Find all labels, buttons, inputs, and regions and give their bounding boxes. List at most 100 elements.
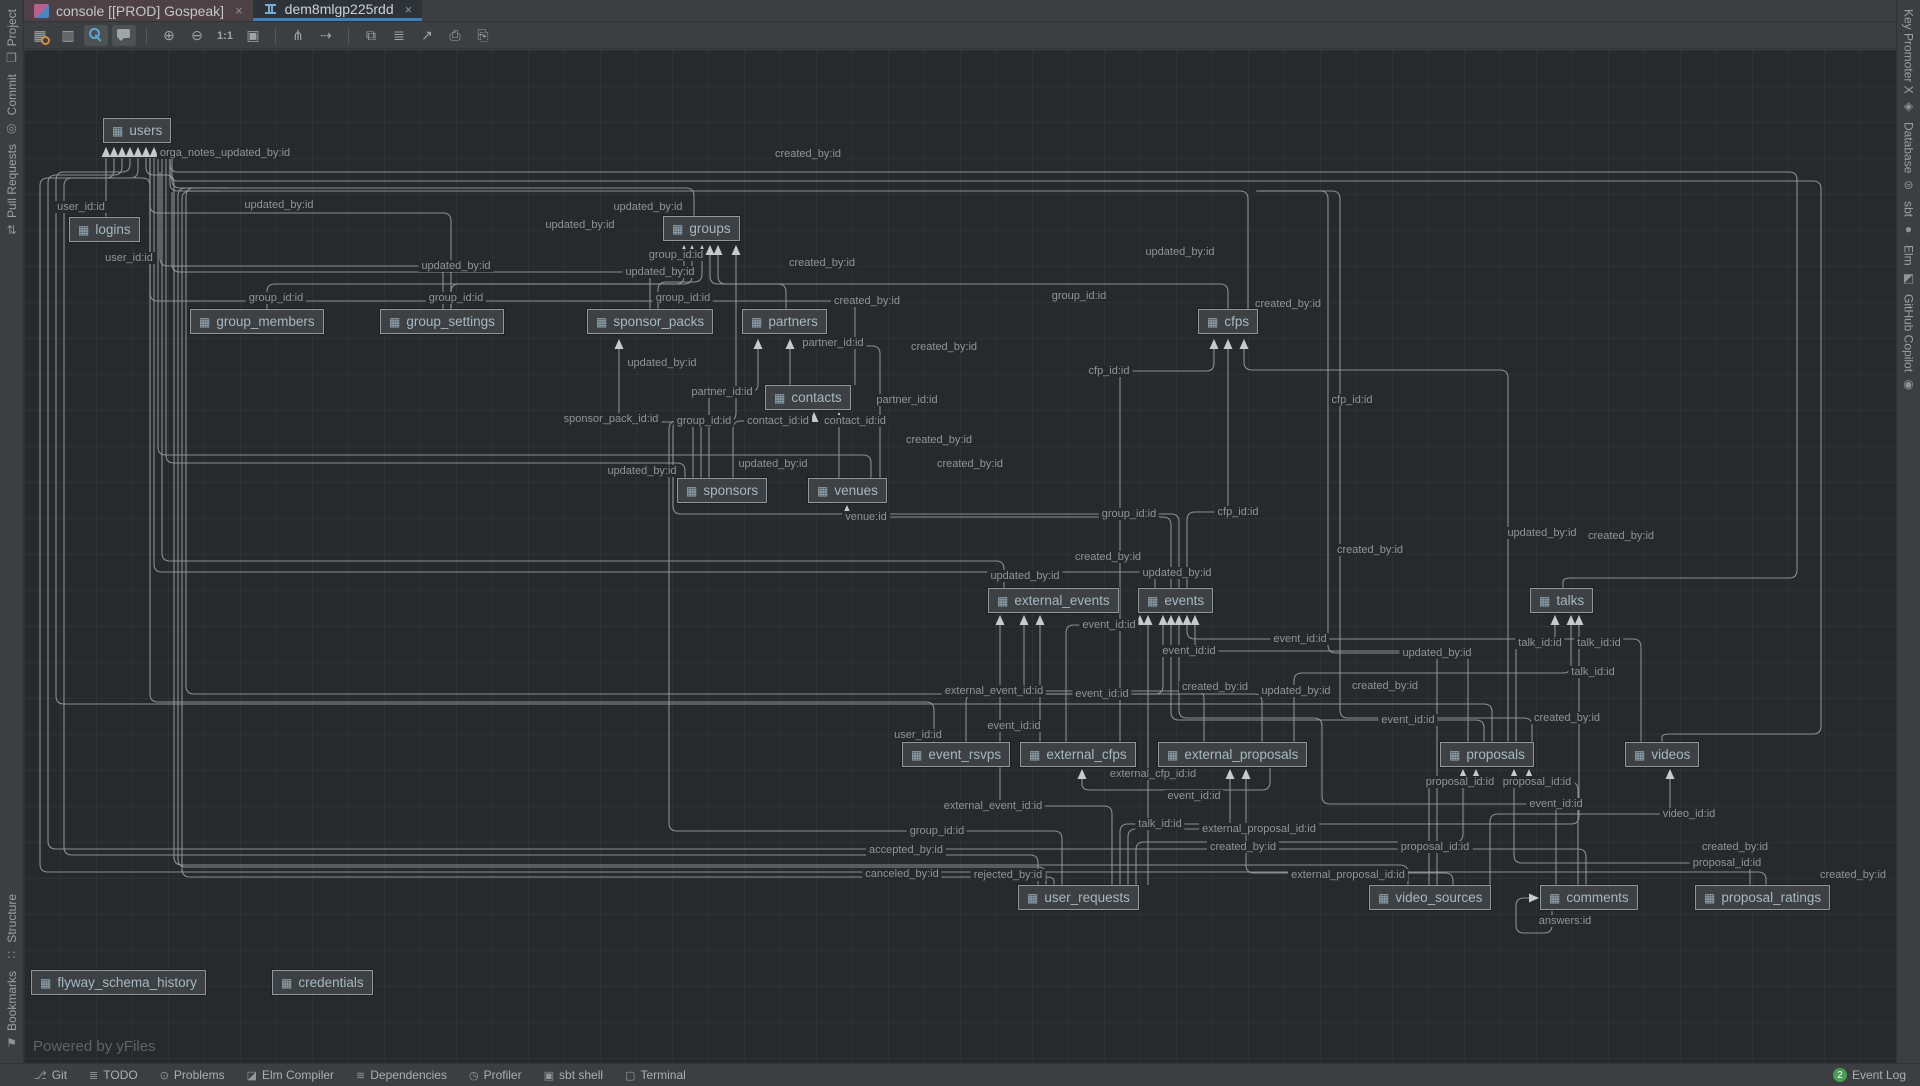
edge-label: created_by:id [1252,298,1324,310]
edge-label: event_id:id [984,720,1043,732]
statusbar-elm-compiler[interactable]: ◪Elm Compiler [247,1068,334,1082]
table-node-contacts[interactable]: ▦contacts [765,385,851,410]
tool-window-label: sbt [1902,201,1916,217]
table-node-video_sources[interactable]: ▦video_sources [1369,885,1491,910]
table-icon: ▦ [1207,316,1218,328]
table-name: venues [834,483,878,498]
save-diagram-icon[interactable]: ⎘ [471,25,495,46]
table-node-credentials[interactable]: ▦credentials [272,970,373,995]
close-icon[interactable]: × [235,3,243,18]
table-node-videos[interactable]: ▦videos [1625,742,1699,767]
table-node-external_events[interactable]: ▦external_events [988,588,1119,613]
table-node-proposal_ratings[interactable]: ▦proposal_ratings [1695,885,1830,910]
table-icon: ▦ [596,316,607,328]
open-in-new-icon[interactable]: ↗ [415,25,439,46]
table-node-external_cfps[interactable]: ▦external_cfps [1020,742,1136,767]
table-name: proposals [1466,747,1525,762]
statusbar-terminal[interactable]: ▢Terminal [625,1068,686,1082]
toolwindow-elm[interactable]: Elm◩ [1902,245,1916,285]
table-node-flyway_schema_history[interactable]: ▦flyway_schema_history [31,970,206,995]
table-icon: ▦ [1147,595,1158,607]
statusbar-git[interactable]: ⎇Git [34,1068,67,1082]
table-icon: ▦ [1029,749,1040,761]
tab-diagram-dem8mlgp225rdd[interactable]: dem8mlgp225rdd × [253,0,423,21]
statusbar-dependencies[interactable]: ≋Dependencies [356,1068,447,1082]
table-node-users[interactable]: ▦users [103,118,171,143]
tool-window-label: Project [5,9,19,46]
table-icon: ▦ [1634,749,1645,761]
toolwindow-pull-requests[interactable]: Pull Requests⇅ [5,144,19,237]
table-node-proposals[interactable]: ▦proposals [1440,742,1534,767]
edge-label: group_id:id [246,292,306,304]
zoom-out-icon[interactable]: ⊖ [185,25,209,46]
tool-window-label: Database [1902,122,1916,173]
show-key-columns-icon[interactable]: ▦ [28,25,52,46]
profiler-icon: ◷ [469,1069,479,1082]
table-node-groups[interactable]: ▦groups [663,216,740,241]
sbt-shell-icon: ▣ [544,1069,554,1082]
table-node-events[interactable]: ▦ events [1138,588,1213,613]
dependencies-icon: ≋ [356,1069,365,1082]
tool-window-label: Key Promoter X [1902,9,1916,94]
table-node-cfps[interactable]: ▦cfps [1198,309,1258,334]
table-node-comments[interactable]: ▦comments [1540,885,1638,910]
statusbar-todo[interactable]: ≣TODO [89,1068,138,1082]
table-name: events [1164,593,1204,608]
sort-alpha-icon[interactable]: ≣ [387,25,411,46]
primary-keys-icon[interactable] [84,25,108,46]
table-node-group_settings[interactable]: ▦group_settings [380,309,504,334]
table-node-venues[interactable]: ▦venues [808,478,887,503]
edge-label: external_event_id:id [941,800,1045,812]
table-node-event_rsvps[interactable]: ▦event_rsvps [902,742,1010,767]
zoom-in-icon[interactable]: ⊕ [157,25,181,46]
structure-icon: ∷ [8,948,16,962]
show-comments-icon[interactable] [112,25,136,46]
toolwindow-database[interactable]: Database⊜ [1902,122,1916,192]
show-table-columns-icon[interactable]: ▥ [56,25,80,46]
table-node-user_requests[interactable]: ▦user_requests [1018,885,1139,910]
tab-console-prod-gospeak[interactable]: console [[PROD] Gospeak] × [24,0,253,21]
statusbar-profiler[interactable]: ◷Profiler [469,1068,522,1082]
toolwindow-github-copilot[interactable]: GitHub Copilot◉ [1902,294,1916,391]
copy-diagram-icon[interactable]: ⧉ [359,25,383,46]
edge-label: created_by:id [1585,530,1657,542]
tool-window-label: Structure [5,894,19,943]
table-node-partners[interactable]: ▦partners [742,309,827,334]
close-icon[interactable]: × [405,2,413,17]
table-node-logins[interactable]: ▦logins [69,217,140,242]
table-node-external_proposals[interactable]: ▦external_proposals [1158,742,1307,767]
table-node-group_members[interactable]: ▦group_members [190,309,324,334]
toolwindow-key-promoter-x[interactable]: Key Promoter X◈ [1902,9,1916,113]
event-log-button[interactable]: 2 Event Log [1833,1068,1906,1082]
table-name: video_sources [1395,890,1482,905]
toolwindow-structure[interactable]: Structure ∷ [5,894,19,962]
tab-label: dem8mlgp225rdd [285,1,394,17]
table-node-talks[interactable]: ▦talks [1530,588,1593,613]
edge-label: proposal_id:id [1500,776,1575,788]
print-icon[interactable]: ⎙ [443,25,467,46]
edge-label: updated_by:id [1504,527,1579,539]
fit-content-icon[interactable]: ▣ [241,25,265,46]
toolwindow-sbt[interactable]: sbt● [1902,201,1916,236]
project-folder-icon: ❐ [6,51,17,65]
edge-label: event_id:id [1072,688,1131,700]
commit-icon: ◎ [6,121,16,135]
table-node-sponsors[interactable]: ▦sponsors [677,478,767,503]
edge-routing-icon[interactable]: ⇢ [314,25,338,46]
toolwindow-commit[interactable]: Commit◎ [5,74,19,134]
statusbar-problems[interactable]: ⊙Problems [160,1068,225,1082]
tab-label: console [[PROD] Gospeak] [56,3,224,19]
toolwindow-project[interactable]: Project ❐ [5,9,19,65]
table-name: partners [768,314,818,329]
edge-label: group_id:id [1099,508,1159,520]
table-name: flyway_schema_history [57,975,197,990]
edge-label: external_cfp_id:id [1107,768,1199,780]
toolwindow-bookmarks[interactable]: Bookmarks⚑ [5,971,19,1050]
actual-size-icon[interactable]: 1:1 [213,25,237,46]
table-node-sponsor_packs[interactable]: ▦sponsor_packs [587,309,713,334]
statusbar-sbt-shell[interactable]: ▣sbt shell [544,1068,603,1082]
table-name: group_settings [406,314,495,329]
bookmarks-icon: ⚑ [6,1036,17,1050]
apply-layout-icon[interactable]: ⋔ [286,25,310,46]
problems-icon: ⊙ [160,1069,169,1082]
